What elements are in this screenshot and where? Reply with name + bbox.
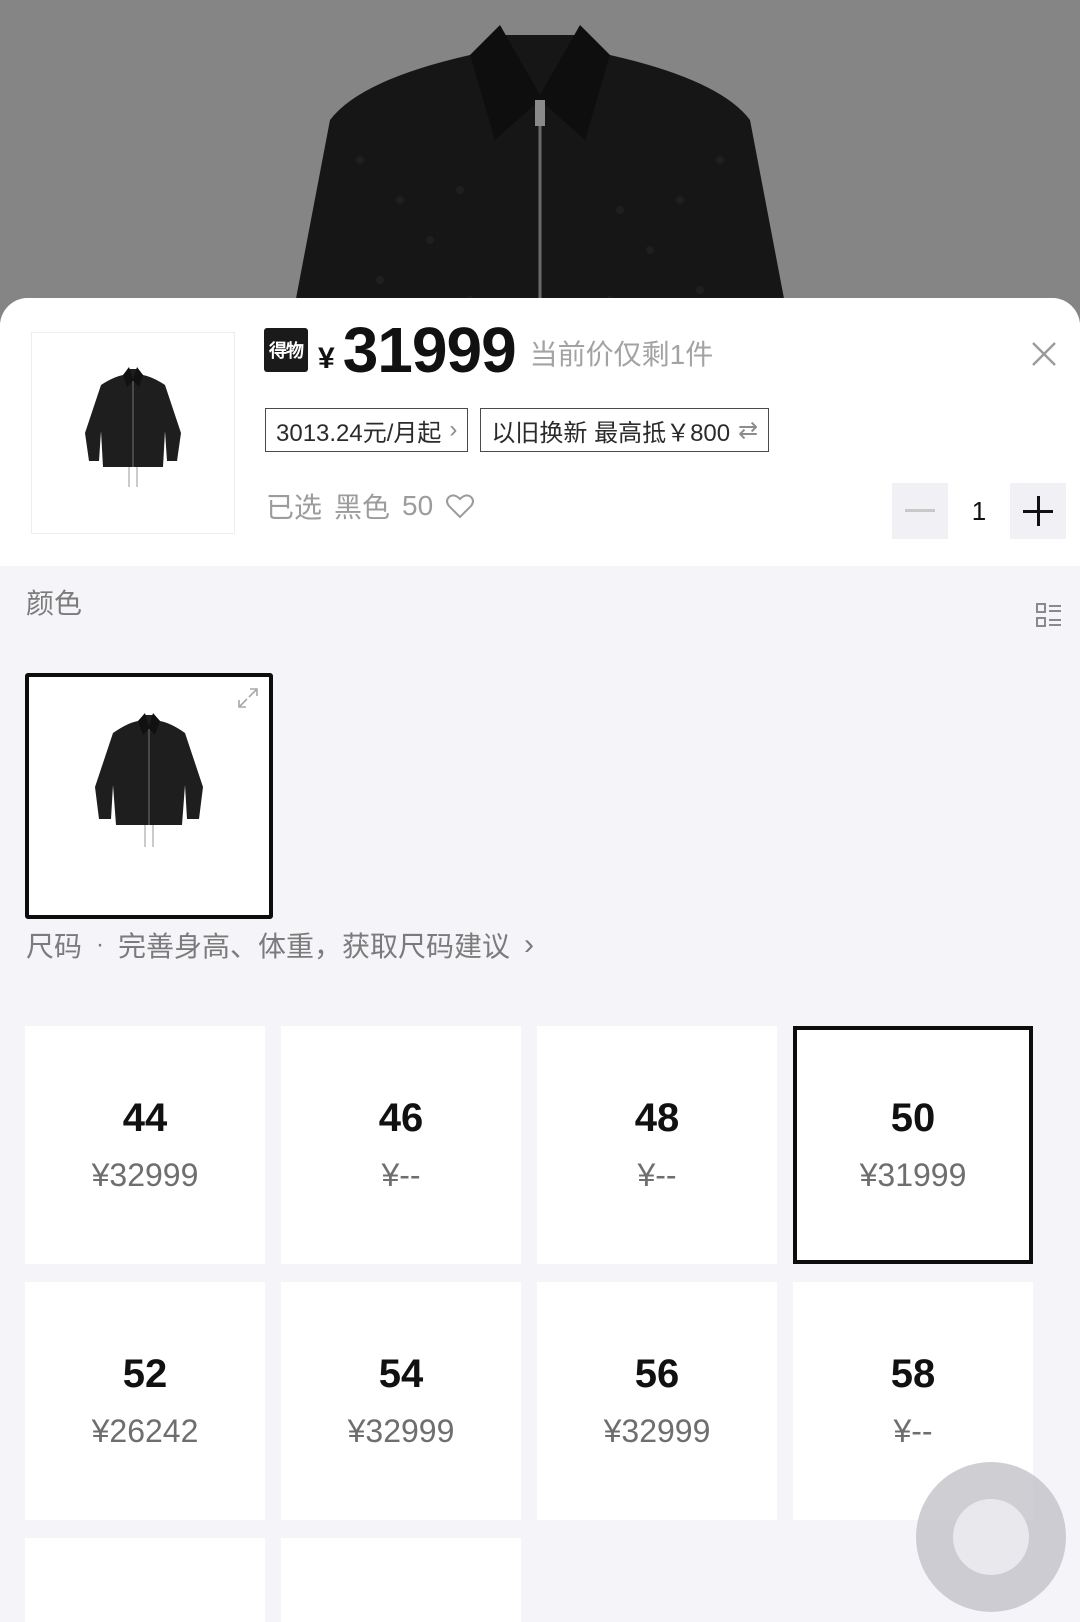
quantity-stepper: 1 (892, 483, 1066, 539)
size-option-46[interactable]: 46 ¥-- (281, 1026, 521, 1264)
jacket-thumbnail-image (85, 367, 181, 487)
color-section-label: 颜色 (26, 588, 83, 619)
stock-note: 当前价仅剩1件 (529, 339, 714, 370)
sheet-header: 得物 ¥ 31999 当前价仅剩1件 3013.24元/月起 › 以旧换新 最高… (0, 298, 1080, 566)
size-price: ¥-- (637, 1157, 677, 1193)
separator-dot: · (96, 931, 105, 958)
current-price: 31999 (342, 314, 517, 386)
size-label: 58 (890, 1352, 936, 1396)
quantity-value: 1 (971, 495, 987, 526)
minus-icon (905, 509, 935, 512)
promo-tags: 3013.24元/月起 › 以旧换新 最高抵￥800 ⇄ (265, 408, 770, 452)
size-option-52[interactable]: 52 ¥26242 (25, 1282, 265, 1520)
selected-label: 已选 (266, 492, 323, 523)
expand-icon[interactable] (237, 687, 259, 709)
installment-tag-label: 3013.24元/月起 (276, 419, 442, 447)
increase-button[interactable] (1010, 483, 1066, 539)
size-price: ¥26242 (91, 1413, 199, 1449)
size-option-48[interactable]: 48 ¥-- (537, 1026, 777, 1264)
close-button[interactable] (1026, 336, 1062, 372)
product-photo-background (0, 0, 1080, 330)
size-price: ¥32999 (347, 1413, 455, 1449)
size-option-56[interactable]: 56 ¥32999 (537, 1282, 777, 1520)
size-label: 56 (634, 1352, 680, 1396)
size-price: ¥-- (893, 1413, 933, 1449)
price-row: 得物 ¥ 31999 当前价仅剩1件 (264, 314, 713, 386)
close-icon (1032, 342, 1056, 366)
list-view-toggle[interactable] (1036, 603, 1062, 634)
size-label: 46 (378, 1096, 424, 1140)
heart-outline-icon[interactable] (445, 492, 475, 520)
decrease-button[interactable] (892, 483, 948, 539)
selected-color: 黑色 (334, 492, 391, 523)
chevron-right-icon: › (449, 416, 458, 443)
size-label: 54 (378, 1352, 424, 1396)
size-price: ¥32999 (91, 1157, 199, 1193)
size-section-label: 尺码 (26, 931, 83, 962)
size-option-44[interactable]: 44 ¥32999 (25, 1026, 265, 1264)
size-price: ¥-- (381, 1157, 421, 1193)
size-label: 52 (122, 1352, 168, 1396)
product-thumbnail (31, 332, 235, 534)
chevron-right-icon: › (524, 928, 535, 961)
swap-icon: ⇄ (738, 416, 759, 444)
size-option-50[interactable]: 50 ¥31999 (793, 1026, 1033, 1264)
size-recommendation-link[interactable]: 尺码 · 完善身高、体重，获取尺码建议 › (26, 923, 534, 967)
tradein-tag[interactable]: 以旧换新 最高抵￥800 ⇄ (480, 408, 770, 452)
size-label: 50 (890, 1096, 936, 1140)
installment-tag[interactable]: 3013.24元/月起 › (265, 408, 469, 452)
size-label: 48 (634, 1096, 680, 1140)
jacket-color-image (95, 713, 203, 847)
size-option-partial[interactable] (25, 1538, 265, 1622)
assistive-touch-inner (953, 1499, 1029, 1575)
assistive-touch-button[interactable] (916, 1462, 1066, 1612)
selected-summary: 已选 黑色 50 (266, 486, 475, 526)
size-price: ¥31999 (859, 1157, 967, 1193)
tradein-tag-label: 以旧换新 最高抵￥800 (491, 419, 731, 447)
size-hint-text: 完善身高、体重，获取尺码建议 (118, 931, 511, 962)
list-view-icon (1036, 603, 1061, 627)
currency-symbol: ¥ (318, 342, 335, 375)
selected-size: 50 (402, 490, 434, 521)
product-sku-sheet-screen: 得物 ¥ 31999 当前价仅剩1件 3013.24元/月起 › 以旧换新 最高… (0, 0, 1080, 1622)
size-option-54[interactable]: 54 ¥32999 (281, 1282, 521, 1520)
size-label: 44 (122, 1096, 168, 1140)
plus-icon (1023, 496, 1053, 526)
jacket-photo (0, 0, 1080, 330)
size-price: ¥32999 (603, 1413, 711, 1449)
color-option-black[interactable] (25, 673, 273, 919)
brand-badge: 得物 (264, 328, 308, 372)
sku-selection-sheet: 得物 ¥ 31999 当前价仅剩1件 3013.24元/月起 › 以旧换新 最高… (0, 298, 1080, 1622)
size-option-partial[interactable] (281, 1538, 521, 1622)
